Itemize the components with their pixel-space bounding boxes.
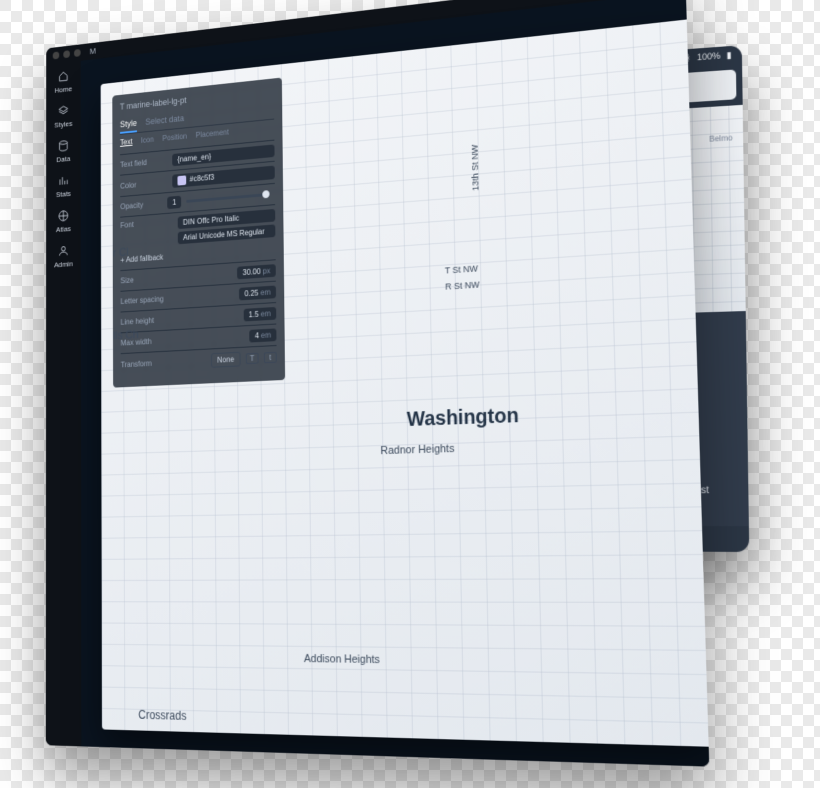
label-size: Size xyxy=(120,273,167,285)
map-label: R St NW xyxy=(445,279,479,291)
subtab-icon[interactable]: Icon xyxy=(141,135,154,145)
panel-top-tabs: Style Select data xyxy=(120,101,274,134)
stats-icon xyxy=(58,174,70,188)
map-stage: T marine-label-lg-pt Style Select data Te… xyxy=(81,0,710,767)
atlas-icon xyxy=(58,209,70,223)
map-label: Radnor Heights xyxy=(380,443,454,457)
label-line-height: Line height xyxy=(121,315,168,326)
line-height-value[interactable]: 1.5 em xyxy=(243,307,276,322)
mapbox-studio-window: M Home Styles Data Stats Atlas Admin T marine… xyxy=(46,0,709,767)
panel-sub-tabs: Text Icon Position Placement xyxy=(120,123,274,147)
color-value[interactable]: #c8c5f3 xyxy=(172,166,275,188)
tab-style[interactable]: Style xyxy=(120,115,137,133)
map-label: Silve xyxy=(641,744,669,747)
lowercase-icon[interactable]: t xyxy=(264,352,277,363)
sidebar-item-label: Home xyxy=(55,85,73,95)
max-width-value[interactable]: 4 em xyxy=(249,328,276,342)
transform-value[interactable]: None xyxy=(211,352,241,368)
size-value[interactable]: 30.00 px xyxy=(237,264,276,279)
window-title-letter: M xyxy=(90,46,96,56)
label-color: Color xyxy=(120,178,167,191)
subtab-position[interactable]: Position xyxy=(162,132,187,143)
label-opacity: Opacity xyxy=(120,199,167,211)
subtab-text[interactable]: Text xyxy=(120,137,132,147)
opacity-slider[interactable] xyxy=(187,193,270,203)
map-label: 13th St NW xyxy=(470,144,481,191)
map-canvas[interactable]: T marine-label-lg-pt Style Select data Te… xyxy=(101,18,710,747)
label-text-field: Text field xyxy=(120,156,167,169)
admin-icon xyxy=(58,244,70,258)
map-label: r Cl xyxy=(113,245,129,259)
sidebar-item-label: Data xyxy=(56,154,70,164)
sidebar-item-label: Atlas xyxy=(56,224,71,233)
font-option[interactable]: Arial Unicode MS Regular xyxy=(178,224,276,244)
map-label: Crossrads xyxy=(138,708,186,723)
map-label: lls Ch xyxy=(113,328,139,343)
opacity-value[interactable]: 1 xyxy=(167,196,181,209)
data-icon xyxy=(58,139,70,153)
label-max-width: Max width xyxy=(121,336,168,347)
home-icon xyxy=(58,69,69,83)
sidebar-item-stats[interactable]: Stats xyxy=(56,174,71,199)
label-font: Font xyxy=(120,218,167,230)
primary-sidebar: Home Styles Data Stats Atlas Admin xyxy=(46,61,82,747)
sidebar-item-label: Styles xyxy=(54,119,72,129)
layer-style-panel: T marine-label-lg-pt Style Select data Te… xyxy=(112,78,285,388)
sidebar-item-home[interactable]: Home xyxy=(55,69,73,95)
battery-icon: ▮ xyxy=(726,49,731,60)
label-letter-spacing: Letter spacing xyxy=(120,294,167,306)
minimap-label: Belmo xyxy=(709,133,732,143)
traffic-light-max[interactable] xyxy=(74,49,81,57)
tab-select-data[interactable]: Select data xyxy=(145,111,184,132)
layer-name: T marine-label-lg-pt xyxy=(120,86,274,112)
traffic-light-close[interactable] xyxy=(53,51,60,59)
layers-icon xyxy=(58,104,70,118)
uppercase-icon[interactable]: T xyxy=(246,353,259,364)
status-battery: 100% xyxy=(697,51,721,63)
text-field-value[interactable]: {name_en} xyxy=(172,144,274,166)
add-fallback-button[interactable]: + Add fallback xyxy=(120,245,275,265)
font-option[interactable]: DIN Offc Pro Italic xyxy=(178,209,276,229)
sidebar-item-styles[interactable]: Styles xyxy=(54,104,72,130)
sidebar-item-admin[interactable]: Admin xyxy=(54,244,73,269)
sidebar-item-label: Stats xyxy=(56,189,71,199)
traffic-light-min[interactable] xyxy=(63,50,70,58)
sidebar-item-atlas[interactable]: Atlas xyxy=(56,209,71,234)
letter-spacing-value[interactable]: 0.25 em xyxy=(239,286,276,301)
sidebar-item-data[interactable]: Data xyxy=(56,139,70,164)
map-label: T St NW xyxy=(445,263,478,275)
map-label: Washington xyxy=(407,405,519,433)
map-label: Addison Heights xyxy=(304,653,380,666)
label-transform: Transform xyxy=(121,358,168,369)
sidebar-item-label: Admin xyxy=(54,260,73,270)
subtab-placement[interactable]: Placement xyxy=(196,128,229,140)
